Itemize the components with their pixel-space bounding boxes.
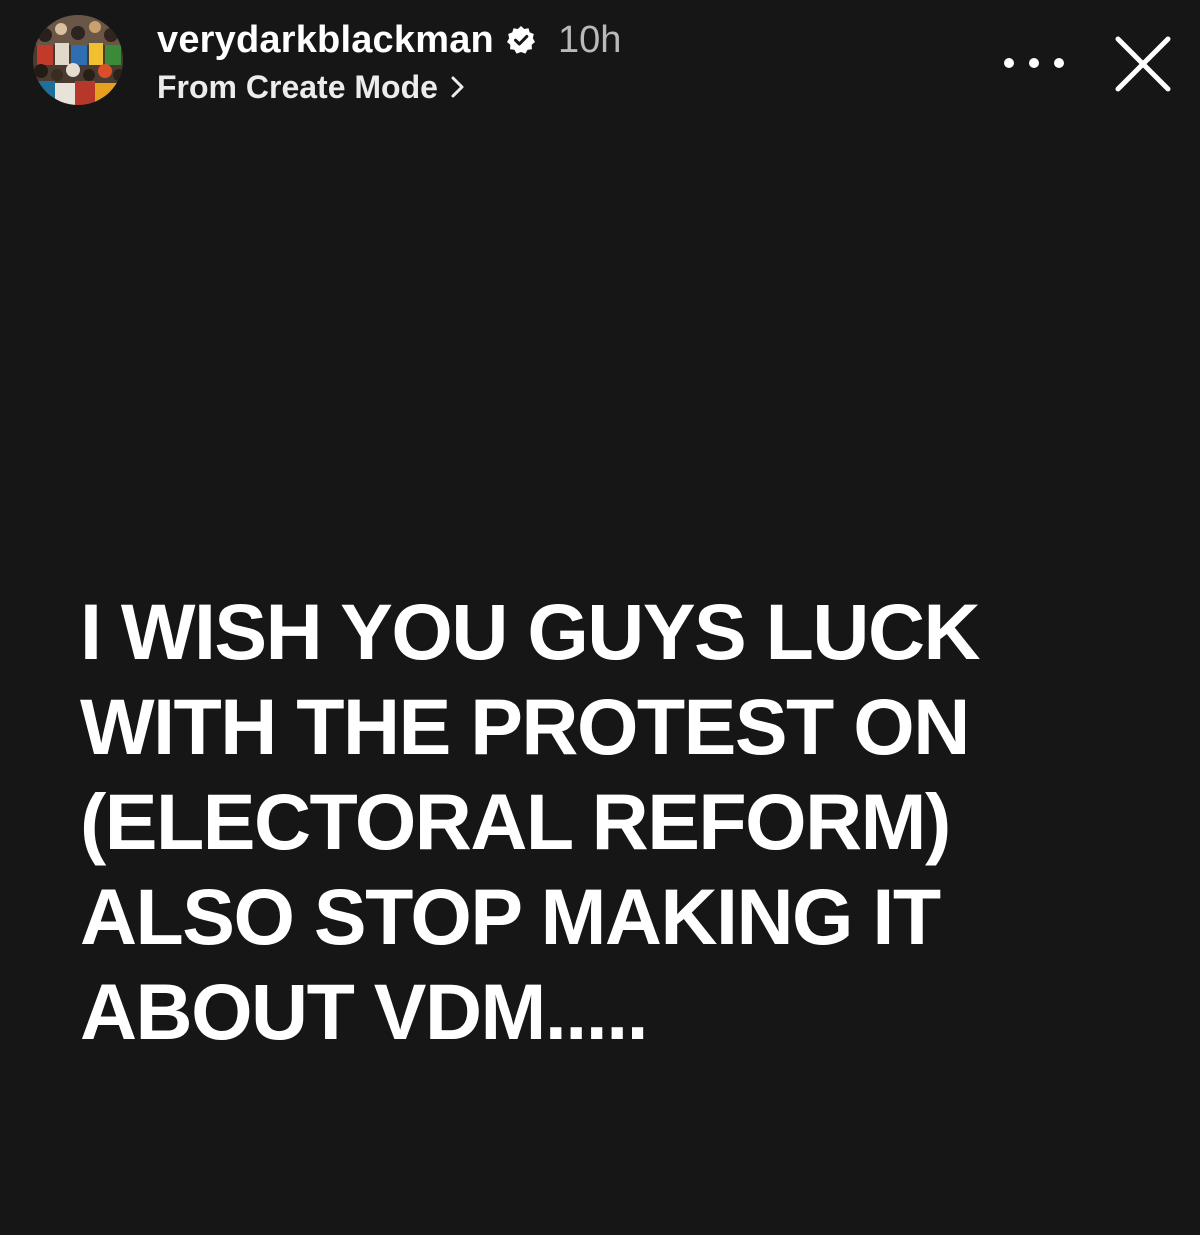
chevron-right-icon	[450, 74, 466, 100]
story-line: I WISH YOU GUYS LUCK	[80, 587, 981, 676]
more-dot	[1029, 58, 1039, 68]
subtitle-text: From Create Mode	[157, 68, 438, 105]
more-dot	[1004, 58, 1014, 68]
username-row: verydarkblackman 10h	[157, 14, 621, 66]
more-dot	[1054, 58, 1064, 68]
story-header: verydarkblackman 10h From Create Mode	[0, 0, 1200, 130]
more-options-icon[interactable]	[1004, 44, 1064, 82]
post-time: 10h	[557, 18, 622, 61]
avatar-image	[33, 15, 123, 105]
avatar[interactable]	[33, 15, 123, 105]
story-line: ALSO STOP MAKING IT	[80, 872, 941, 961]
create-mode-link[interactable]: From Create Mode	[157, 64, 466, 110]
story-line: WITH THE PROTEST ON	[80, 682, 970, 771]
close-icon[interactable]	[1110, 31, 1176, 97]
story-line: (ELECTORAL REFORM)	[80, 777, 951, 866]
username[interactable]: verydarkblackman	[157, 19, 494, 62]
verified-badge-icon	[506, 25, 536, 55]
story-line: ABOUT VDM.....	[80, 967, 649, 1056]
story-text: I WISH YOU GUYS LUCK WITH THE PROTEST ON…	[80, 584, 1160, 1059]
